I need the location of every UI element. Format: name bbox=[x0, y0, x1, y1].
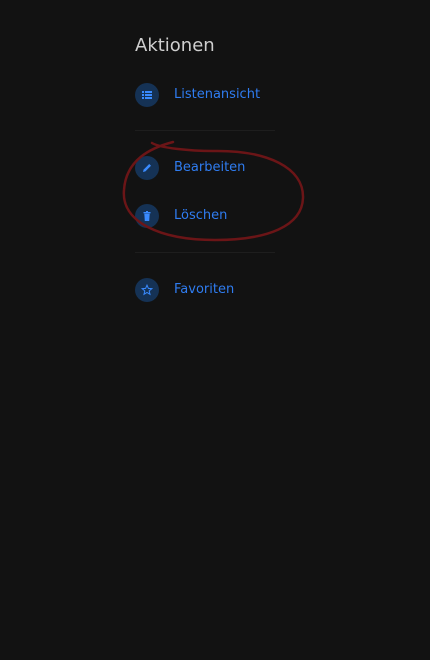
star-icon bbox=[135, 278, 159, 302]
action-delete[interactable]: Löschen bbox=[135, 204, 227, 228]
divider bbox=[135, 130, 275, 131]
action-edit[interactable]: Bearbeiten bbox=[135, 156, 245, 180]
pencil-icon bbox=[135, 156, 159, 180]
action-label: Löschen bbox=[174, 208, 228, 223]
action-label: Listenansicht bbox=[174, 87, 261, 102]
action-label: Favoriten bbox=[174, 282, 235, 297]
divider bbox=[135, 252, 275, 253]
action-list-view[interactable]: Listenansicht bbox=[135, 83, 260, 107]
list-icon bbox=[135, 83, 159, 107]
trash-icon bbox=[135, 204, 159, 228]
panel-title: Aktionen bbox=[135, 35, 215, 56]
action-label: Bearbeiten bbox=[174, 160, 246, 175]
action-favorites[interactable]: Favoriten bbox=[135, 278, 234, 302]
